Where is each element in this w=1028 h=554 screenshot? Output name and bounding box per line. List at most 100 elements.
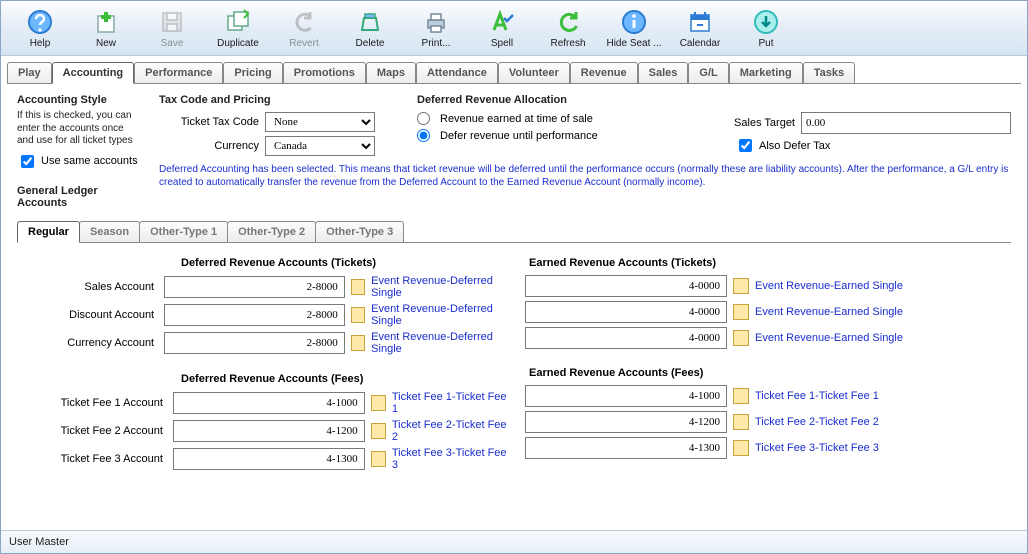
regular-subpanel: Deferred Revenue Accounts (Tickets) Sale… (17, 242, 1011, 527)
deferred-heading: Deferred Revenue Allocation (417, 94, 697, 106)
subtab-other-type-2[interactable]: Other-Type 2 (227, 221, 316, 242)
tab-promotions[interactable]: Promotions (283, 62, 366, 83)
radio-earned-at-sale[interactable]: Revenue earned at time of sale (417, 112, 697, 125)
currency-earned-lookup-button[interactable] (733, 330, 749, 346)
fee3-earned-lookup-button[interactable] (733, 440, 749, 456)
fee3-d-row: Ticket Fee 3 AccountTicket Fee 3-Ticket … (21, 447, 509, 471)
duplicate-button-label: Duplicate (217, 38, 259, 49)
use-same-accounts-input[interactable] (21, 155, 34, 168)
delete-button[interactable]: Delete (337, 8, 403, 49)
spell-button[interactable]: Spell (469, 8, 535, 49)
subtab-other-type-1[interactable]: Other-Type 1 (139, 221, 228, 242)
fee2-earned-input[interactable] (525, 411, 727, 433)
fee2-d-row: Ticket Fee 2 Account Ticket Fee 2-Ticket … (21, 419, 509, 443)
subtab-other-type-3[interactable]: Other-Type 3 (315, 221, 404, 242)
sales-target-input[interactable] (801, 112, 1011, 134)
currency-earned-link[interactable]: Event Revenue-Earned Single (755, 332, 903, 344)
sales-deferred-lookup-button[interactable] (351, 279, 365, 295)
also-defer-tax-input[interactable] (739, 139, 752, 152)
save-icon (158, 8, 186, 36)
duplicate-button[interactable]: Duplicate (205, 8, 271, 49)
ticket-tax-code-select[interactable]: None (265, 112, 375, 132)
save-button-label: Save (161, 38, 184, 49)
radio-defer-until-performance[interactable]: Defer revenue until performance (417, 129, 697, 142)
tab-g-l[interactable]: G/L (688, 62, 728, 83)
delete-icon (356, 8, 384, 36)
tab-revenue[interactable]: Revenue (570, 62, 638, 83)
fee2-deferred-lookup-button[interactable] (371, 423, 386, 439)
fee3-earned-link[interactable]: Ticket Fee 3-Ticket Fee 3 (755, 442, 879, 454)
currency-deferred-lookup-button[interactable] (351, 335, 365, 351)
subtab-regular[interactable]: Regular (17, 221, 80, 243)
put-button[interactable]: Put (733, 8, 799, 49)
tab-performance[interactable]: Performance (134, 62, 223, 83)
discount-earned-link[interactable]: Event Revenue-Earned Single (755, 306, 903, 318)
accounting-style-heading: Accounting Style (17, 94, 141, 106)
fee2-label: Ticket Fee 2 Account (21, 425, 167, 437)
discount-earned-input[interactable] (525, 301, 727, 323)
sales-earned-lookup-button[interactable] (733, 278, 749, 294)
fee2-earned-link[interactable]: Ticket Fee 2-Ticket Fee 2 (755, 416, 879, 428)
fee1-deferred-lookup-button[interactable] (371, 395, 386, 411)
fee3-deferred-lookup-button[interactable] (371, 451, 386, 467)
sales-deferred-input[interactable] (164, 276, 345, 298)
radio-earned-input[interactable] (417, 112, 430, 125)
use-same-accounts-label: Use same accounts (41, 155, 138, 167)
sales-deferred-link[interactable]: Event Revenue-Deferred Single (371, 275, 509, 299)
fee1-earned-input[interactable] (525, 385, 727, 407)
main-tabs: PlayAccountingPerformancePricingPromotio… (1, 56, 1027, 83)
discount-earned-lookup-button[interactable] (733, 304, 749, 320)
tab-attendance[interactable]: Attendance (416, 62, 498, 83)
hideseat-button[interactable]: Hide Seat ... (601, 8, 667, 49)
currency-e-row: Event Revenue-Earned Single (519, 327, 1007, 349)
refresh-button[interactable]: Refresh (535, 8, 601, 49)
currency-select[interactable]: Canada (265, 136, 375, 156)
sales-earned-link[interactable]: Event Revenue-Earned Single (755, 280, 903, 292)
tab-marketing[interactable]: Marketing (729, 62, 803, 83)
subtab-season[interactable]: Season (79, 221, 140, 242)
discount-d-row: Discount AccountEvent Revenue-Deferred S… (21, 303, 509, 327)
tab-pricing[interactable]: Pricing (223, 62, 282, 83)
print-button[interactable]: Print... (403, 8, 469, 49)
main-toolbar: HelpNewSaveDuplicateRevertDeletePrint...… (1, 1, 1027, 56)
fee2-deferred-link[interactable]: Ticket Fee 2-Ticket Fee 2 (392, 419, 509, 443)
tab-volunteer[interactable]: Volunteer (498, 62, 570, 83)
discount-deferred-lookup-button[interactable] (351, 307, 365, 323)
fee3-deferred-input[interactable] (173, 448, 365, 470)
currency-deferred-link[interactable]: Event Revenue-Deferred Single (371, 331, 509, 355)
also-defer-tax-checkbox[interactable]: Also Defer Tax (735, 136, 1011, 155)
sales-e-row: Event Revenue-Earned Single (519, 275, 1007, 297)
fee1-deferred-input[interactable] (173, 392, 365, 414)
tab-accounting[interactable]: Accounting (52, 62, 135, 84)
discount-deferred-input[interactable] (164, 304, 345, 326)
tab-maps[interactable]: Maps (366, 62, 416, 83)
help-button[interactable]: Help (7, 8, 73, 49)
accounting-style-help: If this is checked, you can enter the ac… (17, 110, 141, 148)
sales-earned-input[interactable] (525, 275, 727, 297)
calendar-button[interactable]: Calendar (667, 8, 733, 49)
tab-tasks[interactable]: Tasks (803, 62, 855, 83)
fee1-deferred-link[interactable]: Ticket Fee 1-Ticket Fee 1 (392, 391, 509, 415)
new-button[interactable]: New (73, 8, 139, 49)
tab-play[interactable]: Play (7, 62, 52, 83)
currency-deferred-input[interactable] (164, 332, 345, 354)
gl-subtabs: RegularSeasonOther-Type 1Other-Type 2Oth… (17, 221, 1011, 242)
tax-code-heading: Tax Code and Pricing (159, 94, 399, 106)
currency-label: Currency (159, 140, 259, 152)
fee1-earned-lookup-button[interactable] (733, 388, 749, 404)
deferred-tickets-heading: Deferred Revenue Accounts (Tickets) (181, 257, 509, 269)
fee2-deferred-input[interactable] (173, 420, 365, 442)
fee3-deferred-link[interactable]: Ticket Fee 3-Ticket Fee 3 (392, 447, 509, 471)
fee1-earned-link[interactable]: Ticket Fee 1-Ticket Fee 1 (755, 390, 879, 402)
fee3-earned-input[interactable] (525, 437, 727, 459)
discount-deferred-link[interactable]: Event Revenue-Deferred Single (371, 303, 509, 327)
radio-defer-input[interactable] (417, 129, 430, 142)
fee1-label: Ticket Fee 1 Account (21, 397, 167, 409)
fee2-earned-lookup-button[interactable] (733, 414, 749, 430)
print-button-label: Print... (422, 38, 451, 49)
currency-earned-input[interactable] (525, 327, 727, 349)
use-same-accounts-checkbox[interactable]: Use same accounts (17, 152, 141, 171)
sales-d-row: Sales AccountEvent Revenue-Deferred Sing… (21, 275, 509, 299)
spell-icon (488, 8, 516, 36)
tab-sales[interactable]: Sales (638, 62, 689, 83)
